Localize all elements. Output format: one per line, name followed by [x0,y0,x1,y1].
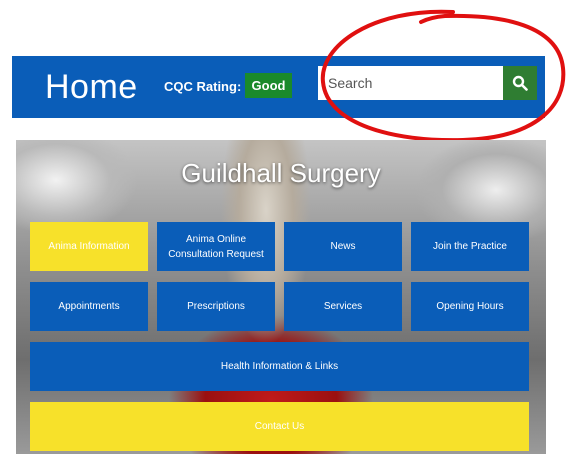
page-title: Home [45,68,138,106]
tile-contact-us[interactable]: Contact Us [30,402,529,451]
cqc-rating-label: CQC Rating: [164,79,242,94]
tile-prescriptions[interactable]: Prescriptions [157,282,275,331]
surgery-title: Guildhall Surgery [181,158,381,188]
tile-services[interactable]: Services [284,282,402,331]
tile-anima-online-consultation[interactable]: Anima Online Consultation Request [157,222,275,271]
tile-news[interactable]: News [284,222,402,271]
tile-opening-hours[interactable]: Opening Hours [411,282,529,331]
tile-health-information-links[interactable]: Health Information & Links [30,342,529,391]
cqc-rating-badge: Good [245,73,292,98]
hero-banner: Guildhall Surgery Anima Information Anim… [16,140,546,454]
annotation-circle [320,9,566,143]
tile-appointments[interactable]: Appointments [30,282,148,331]
tile-join-the-practice[interactable]: Join the Practice [411,222,529,271]
tile-anima-information[interactable]: Anima Information [30,222,148,271]
